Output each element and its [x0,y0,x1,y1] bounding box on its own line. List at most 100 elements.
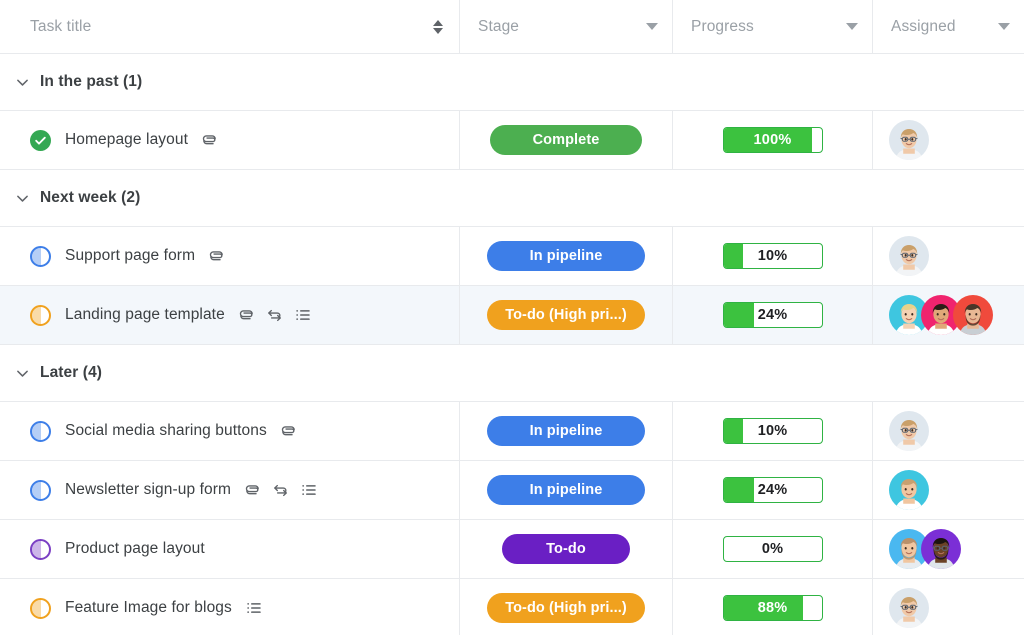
progress-cell[interactable]: 10% [673,227,873,285]
avatar-group[interactable] [889,120,929,160]
chevron-down-icon[interactable] [846,23,858,30]
avatar-group[interactable] [889,236,929,276]
status-in-progress-icon[interactable] [30,539,51,560]
stage-badge[interactable]: To-do (High pri...) [487,593,645,623]
subtasks-icon[interactable] [300,481,318,499]
progress-bar[interactable]: 100% [723,127,823,153]
avatar-woman-glasses[interactable] [889,236,929,276]
avatar-group[interactable] [889,588,929,628]
stage-badge[interactable]: To-do (High pri...) [487,300,645,330]
progress-bar[interactable]: 24% [723,302,823,328]
progress-bar[interactable]: 24% [723,477,823,503]
stage-badge[interactable]: Complete [490,125,642,155]
assigned-cell[interactable] [873,402,1024,460]
task-icon-group [280,423,297,440]
chevron-down-icon[interactable] [8,184,36,212]
stage-cell[interactable]: To-do (High pri...) [460,286,673,344]
task-group-header[interactable]: In the past (1) [0,54,1024,111]
stage-cell[interactable]: In pipeline [460,227,673,285]
repeat-icon[interactable] [266,307,283,324]
assigned-cell[interactable] [873,461,1024,519]
chevron-down-icon[interactable] [8,68,36,96]
task-title-label: Social media sharing buttons [65,422,267,440]
stage-cell[interactable]: In pipeline [460,461,673,519]
status-in-progress-icon[interactable] [30,421,51,442]
avatar-woman-glasses[interactable] [889,120,929,160]
attachment-icon[interactable] [244,482,261,499]
task-title-cell[interactable]: Feature Image for blogs [0,579,460,635]
subtasks-icon[interactable] [294,306,312,324]
column-header-progress[interactable]: Progress [673,0,873,53]
progress-bar[interactable]: 88% [723,595,823,621]
task-icon-group [238,306,312,324]
stage-cell[interactable]: Complete [460,111,673,169]
progress-cell[interactable]: 10% [673,402,873,460]
task-icon-group [245,599,263,617]
assigned-cell[interactable] [873,286,1024,344]
status-in-progress-icon[interactable] [30,305,51,326]
avatar-man-beard[interactable] [953,295,993,335]
table-row[interactable]: Product page layout To-do 0% [0,520,1024,579]
status-complete-icon[interactable] [30,130,51,151]
table-row[interactable]: Support page form In pipeline 10% [0,227,1024,286]
avatar-woman-glasses[interactable] [889,411,929,451]
status-in-progress-icon[interactable] [30,246,51,267]
task-title-cell[interactable]: Homepage layout [0,111,460,169]
task-title-cell[interactable]: Newsletter sign-up form [0,461,460,519]
task-title-cell[interactable]: Support page form [0,227,460,285]
progress-cell[interactable]: 88% [673,579,873,635]
chevron-down-icon[interactable] [8,359,36,387]
avatar-group[interactable] [889,295,993,335]
progress-cell[interactable]: 24% [673,461,873,519]
avatar-group[interactable] [889,411,929,451]
task-group-header[interactable]: Next week (2) [0,170,1024,227]
progress-cell[interactable]: 24% [673,286,873,344]
attachment-icon[interactable] [280,423,297,440]
subtasks-icon[interactable] [245,599,263,617]
column-header-assigned[interactable]: Assigned [873,0,1024,53]
table-row[interactable]: Newsletter sign-up form In pipeline 24% [0,461,1024,520]
avatar-man-dark[interactable] [921,529,961,569]
task-group-label: In the past (1) [40,73,142,91]
progress-value-label: 24% [758,307,788,323]
table-row[interactable]: Social media sharing buttons In pipeline 1… [0,402,1024,461]
column-header-stage[interactable]: Stage [460,0,673,53]
repeat-icon[interactable] [272,482,289,499]
avatar-group[interactable] [889,529,961,569]
stage-cell[interactable]: To-do (High pri...) [460,579,673,635]
task-title-cell[interactable]: Landing page template [0,286,460,344]
stage-badge[interactable]: In pipeline [487,475,645,505]
avatar-woman-glasses[interactable] [889,588,929,628]
assigned-cell[interactable] [873,227,1024,285]
column-header-task-title[interactable]: Task title [0,0,460,53]
chevron-down-icon[interactable] [998,23,1010,30]
progress-cell[interactable]: 0% [673,520,873,578]
status-in-progress-icon[interactable] [30,480,51,501]
table-row[interactable]: Homepage layout Complete 100% [0,111,1024,170]
attachment-icon[interactable] [201,132,218,149]
progress-cell[interactable]: 100% [673,111,873,169]
avatar-woman-ponytail[interactable] [889,470,929,510]
attachment-icon[interactable] [208,248,225,265]
table-row[interactable]: Feature Image for blogs To-do (High pri..… [0,579,1024,635]
assigned-cell[interactable] [873,579,1024,635]
status-in-progress-icon[interactable] [30,598,51,619]
table-row[interactable]: Landing page template To-do (High pri...)… [0,286,1024,345]
progress-bar[interactable]: 10% [723,418,823,444]
stage-badge[interactable]: In pipeline [487,241,645,271]
progress-bar[interactable]: 0% [723,536,823,562]
sort-icon[interactable] [431,20,445,34]
task-title-cell[interactable]: Social media sharing buttons [0,402,460,460]
chevron-down-icon[interactable] [646,23,658,30]
stage-cell[interactable]: To-do [460,520,673,578]
task-group-header[interactable]: Later (4) [0,345,1024,402]
stage-badge[interactable]: In pipeline [487,416,645,446]
stage-badge[interactable]: To-do [502,534,630,564]
assigned-cell[interactable] [873,111,1024,169]
assigned-cell[interactable] [873,520,1024,578]
task-title-cell[interactable]: Product page layout [0,520,460,578]
attachment-icon[interactable] [238,307,255,324]
progress-bar[interactable]: 10% [723,243,823,269]
stage-cell[interactable]: In pipeline [460,402,673,460]
avatar-group[interactable] [889,470,929,510]
